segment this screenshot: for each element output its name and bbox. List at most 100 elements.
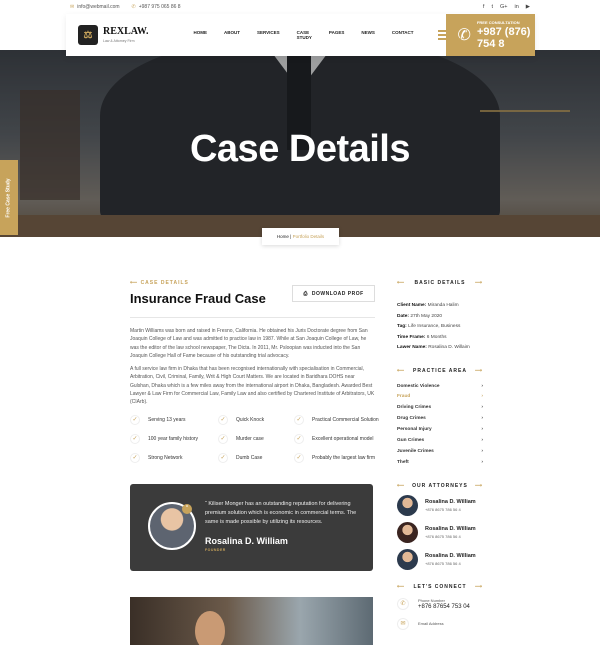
kicker-text: CASE DETAILS <box>140 280 189 286</box>
practice-item[interactable]: Drug Crimes › <box>397 414 483 425</box>
check-icon: ✓ <box>218 452 228 463</box>
check-icon: ✓ <box>130 414 140 425</box>
menu-home[interactable]: HOME <box>193 30 207 40</box>
feature-list: ✓ Serving 13 years ✓ Quick Knock ✓ Practica… <box>130 414 379 463</box>
phone-text: +987 975 065 86 8 <box>138 4 181 10</box>
check-icon: ✓ <box>130 433 140 444</box>
practice-item[interactable]: Personal Injury › <box>397 425 483 436</box>
phone-info[interactable]: ✆ +987 975 065 86 8 <box>132 4 181 10</box>
attorneys-heading: ⟵ OUR ATTORNEYS ⟶ <box>397 482 483 489</box>
breadcrumb-home[interactable]: Home <box>277 234 289 239</box>
feature-item: ✓ Excellent operational model <box>294 433 384 444</box>
email-text: info@webmail.com <box>77 4 120 10</box>
mail-icon: ✉ <box>397 617 409 630</box>
quote-icon: “ <box>182 503 192 514</box>
feature-item: ✓ Dumb Case <box>218 452 294 463</box>
testimonial-role: FOUNDER <box>205 547 226 552</box>
twitter-icon[interactable]: t <box>491 4 493 10</box>
linkedin-icon[interactable]: in <box>514 4 518 10</box>
check-icon: ✓ <box>294 433 304 444</box>
chevron-right-icon: › <box>481 427 483 433</box>
check-icon: ✓ <box>130 452 140 463</box>
free-consultation-box[interactable]: ✆ FREE CONSULTATION +987 (876) 754 8 <box>445 14 535 56</box>
free-case-study-tab[interactable]: Free Case Study <box>0 160 18 235</box>
divider <box>130 317 375 318</box>
logo-title: REXLAW. <box>103 26 149 37</box>
case-paragraph-2: A full service law firm in Dhaka that ha… <box>130 366 375 406</box>
basic-details: Client Name: Miranda Halim Date: 27th Ma… <box>397 301 483 354</box>
main-menu: HOME ABOUT SERVICES CASE STUDY PAGES NEW… <box>193 30 413 40</box>
check-icon: ✓ <box>218 414 228 425</box>
testimonial-card: “ “ Kiliser Monger has an outstanding re… <box>130 483 373 571</box>
person-photo <box>195 611 225 645</box>
contact-info: ✆ Phone Number +876 87654 753 04 ✉ Email Ad… <box>397 597 483 630</box>
testimonial-text: “ Kiliser Monger has an outstanding repu… <box>205 500 357 525</box>
facebook-icon[interactable]: f <box>483 4 485 10</box>
chevron-right-icon: › <box>481 383 483 389</box>
download-label: DOWNLOAD PROF <box>311 290 364 297</box>
menu-pages[interactable]: PAGES <box>329 30 344 40</box>
case-photo <box>130 597 373 645</box>
attorney-avatar <box>397 521 418 543</box>
detail-row: Time Frame: 6 Months <box>397 334 447 340</box>
download-button[interactable]: ⎙ DOWNLOAD PROF <box>292 285 375 302</box>
phone-call-icon: ✆ <box>457 27 471 44</box>
mail-icon: ✉ <box>70 4 75 10</box>
sidebar: ⟵ BASIC DETAILS ⟶ Client Name: Miranda Hal… <box>397 280 483 630</box>
check-icon: ✓ <box>294 414 304 425</box>
chevron-right-icon: › <box>481 459 483 465</box>
menu-contact[interactable]: CONTACT <box>392 30 414 40</box>
hamburger-menu-icon[interactable] <box>437 30 446 40</box>
download-icon: ⎙ <box>303 290 308 297</box>
logo-subtitle: Law & Attorney Firm <box>103 39 135 43</box>
feature-item: ✓ Strong Network <box>130 452 218 463</box>
practice-item[interactable]: Fraud › <box>397 392 483 403</box>
practice-area-list: Domestic Violence › Fraud › Driving Crimes… <box>397 382 483 469</box>
hero-banner: Case Details <box>0 50 600 237</box>
testimonial-name: Rosalina D. William <box>205 535 288 546</box>
chevron-right-icon: › <box>481 438 483 444</box>
practice-item[interactable]: Gun Crimes › <box>397 436 483 447</box>
menu-case-study[interactable]: CASE STUDY <box>297 30 312 40</box>
feature-item: ✓ Probably the largest law firm <box>294 452 384 463</box>
attorney-item[interactable]: Rosalina D. William +876 8675 786 56 4 <box>397 548 483 570</box>
contact-phone[interactable]: ✆ Phone Number +876 87654 753 04 <box>397 597 483 610</box>
case-paragraph-1: Martin Williams was born and raised in F… <box>130 328 368 359</box>
attorney-item[interactable]: Rosalina D. William +876 8675 786 56 4 <box>397 494 483 516</box>
detail-row: Tag: Life Insurance, Business <box>397 324 461 329</box>
top-bar: ✉ info@webmail.com ✆ +987 975 065 86 8 f t… <box>0 0 600 14</box>
site-logo[interactable]: ⚖ REXLAW. Law & Attorney Firm <box>78 25 148 45</box>
connect-heading: ⟵ LET'S CONNECT ⟶ <box>397 583 483 590</box>
contact-email[interactable]: ✉ Email Address <box>397 617 483 630</box>
breadcrumb: Home | Portfolio Details <box>262 228 339 245</box>
basic-details-heading: ⟵ BASIC DETAILS ⟶ <box>397 280 483 286</box>
practice-item[interactable]: Domestic Violence › <box>397 382 483 393</box>
youtube-icon[interactable]: ▶ <box>526 4 530 10</box>
logo-mark-icon: ⚖ <box>78 25 98 45</box>
practice-item[interactable]: Theft › <box>397 458 483 469</box>
check-icon: ✓ <box>294 452 304 463</box>
attorney-list: Rosalina D. William +876 8675 786 56 4 Ro… <box>397 494 483 570</box>
menu-about[interactable]: ABOUT <box>224 30 240 40</box>
main-navbar: ⚖ REXLAW. Law & Attorney Firm HOME ABOUT … <box>66 14 535 56</box>
phone-icon: ✆ <box>131 4 136 10</box>
practice-item[interactable]: Juvenile Crimes › <box>397 447 483 458</box>
free-case-study-label: Free Case Study <box>6 177 12 218</box>
feature-item: ✓ Serving 13 years <box>130 414 218 425</box>
phone-icon: ✆ <box>397 597 409 610</box>
google-plus-icon[interactable]: G+ <box>500 4 508 10</box>
feature-item: ✓ Practical Commercial Solution <box>294 414 384 425</box>
case-content: ⟵ CASE DETAILS Insurance Fraud Case ⎙ DOW… <box>130 280 379 571</box>
detail-row: Date: 27th May 2020 <box>397 313 443 319</box>
feature-item: ✓ Quick Knock <box>218 414 294 425</box>
attorney-avatar <box>397 548 418 570</box>
feature-item: ✓ 100 year family history <box>130 433 218 444</box>
attorney-item[interactable]: Rosalina D. William +876 8675 786 56 4 <box>397 521 483 543</box>
detail-row: Client Name: Miranda Halim <box>397 303 459 308</box>
menu-services[interactable]: SERVICES <box>257 30 280 40</box>
email-info[interactable]: ✉ info@webmail.com <box>70 4 120 10</box>
breadcrumb-current: Portfolio Details <box>292 234 325 239</box>
menu-news[interactable]: NEWS <box>361 30 375 40</box>
chevron-right-icon: › <box>481 416 483 422</box>
practice-item[interactable]: Driving Crimes › <box>397 403 483 414</box>
